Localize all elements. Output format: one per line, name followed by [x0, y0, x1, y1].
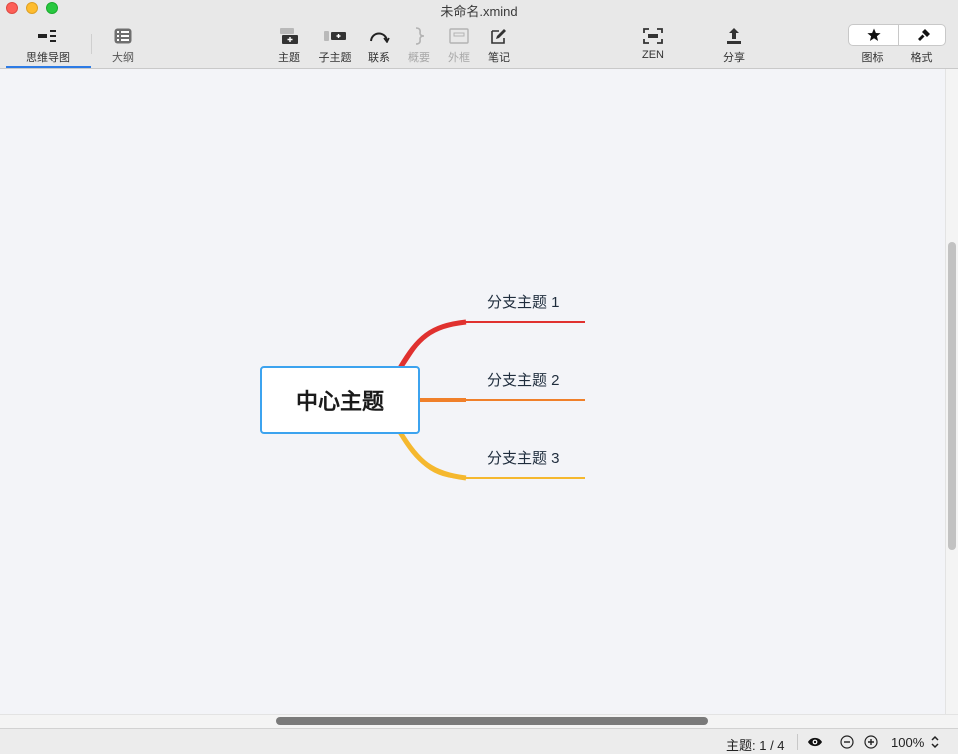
status-bar: 主题: 1 / 4 100% [0, 728, 958, 754]
branch-connectors [397, 319, 585, 481]
vertical-scroll-thumb[interactable] [948, 242, 956, 550]
branch-3-connector-root [397, 430, 467, 481]
branch-topic-2[interactable]: 分支主题 2 [487, 369, 560, 390]
minus-circle-icon [840, 735, 854, 749]
horizontal-scroll-thumb[interactable] [276, 717, 708, 725]
branch-topic-1[interactable]: 分支主题 1 [487, 291, 560, 312]
topic-count: 主题: 1 / 4 [726, 738, 785, 753]
eye-icon[interactable] [806, 734, 824, 750]
zoom-in-button[interactable] [863, 734, 879, 750]
plus-circle-icon [864, 735, 878, 749]
status-divider [797, 734, 798, 750]
central-topic[interactable]: 中心主题 [260, 366, 420, 434]
branch-1-connector [401, 321, 585, 369]
branch-topic-3[interactable]: 分支主题 3 [487, 447, 560, 468]
zoom-out-button[interactable] [839, 734, 855, 750]
zoom-level[interactable]: 100% [891, 735, 924, 750]
branch-1-connector-root [397, 319, 467, 370]
zoom-stepper-icon[interactable] [929, 734, 941, 750]
